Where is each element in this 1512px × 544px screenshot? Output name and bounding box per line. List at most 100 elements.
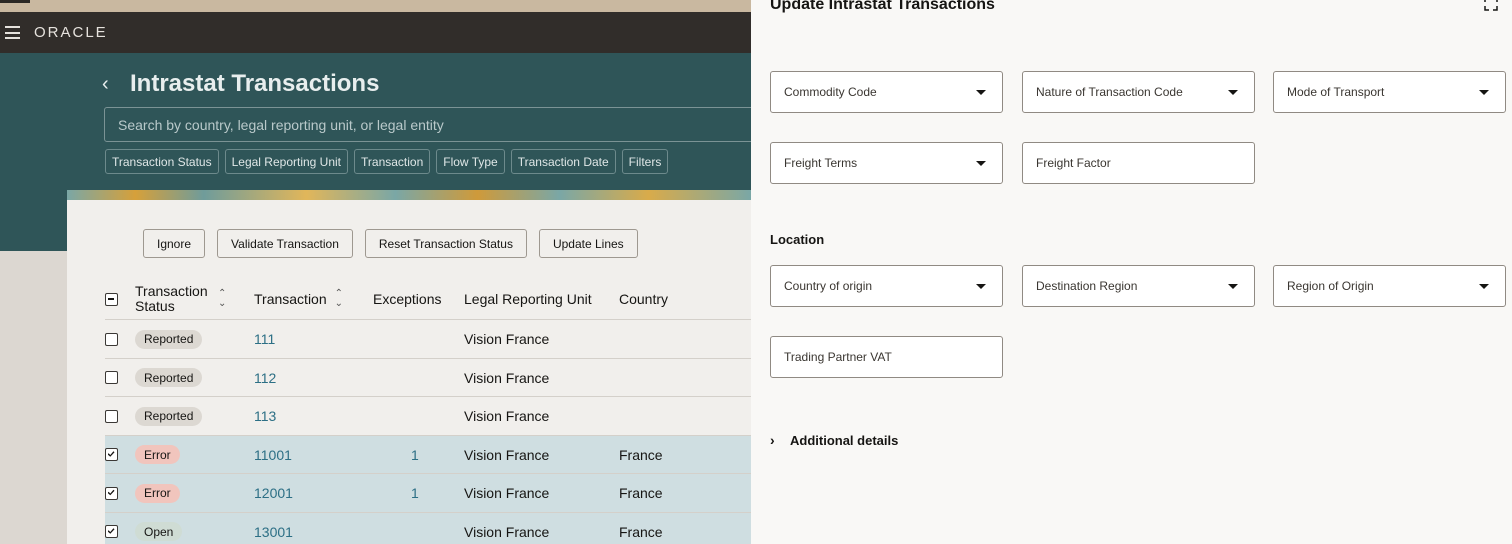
legal-reporting-unit-cell: Vision France bbox=[464, 523, 550, 540]
field-label: Region of Origin bbox=[1287, 279, 1374, 293]
freight-terms-select[interactable]: Freight Terms bbox=[770, 142, 1003, 184]
table-row[interactable]: Error 12001 1 Vision France France bbox=[105, 474, 751, 513]
field-label: Trading Partner VAT bbox=[784, 350, 892, 364]
filter-chip-transaction[interactable]: Transaction bbox=[354, 149, 431, 174]
table-header: Transaction Status ⌃ ⌄ Transaction ⌃ ⌄ Exc… bbox=[105, 278, 751, 320]
dropdown-caret-icon bbox=[1228, 90, 1238, 95]
location-section-label: Location bbox=[770, 232, 825, 247]
status-cell: Reported bbox=[135, 359, 203, 397]
mode-of-transport-select[interactable]: Mode of Transport bbox=[1273, 71, 1506, 113]
column-header-transaction[interactable]: Transaction ⌃ ⌄ bbox=[254, 278, 343, 320]
update-lines-button[interactable]: Update Lines bbox=[538, 229, 638, 258]
status-cell: Error bbox=[135, 436, 180, 474]
page-title: Intrastat Transactions bbox=[130, 70, 380, 97]
exceptions-link[interactable]: 1 bbox=[411, 474, 419, 512]
ignore-button[interactable]: Ignore bbox=[143, 229, 206, 258]
column-header-transaction-status[interactable]: Transaction Status ⌃ ⌄ bbox=[135, 278, 235, 320]
validate-transaction-button[interactable]: Validate Transaction bbox=[217, 229, 353, 258]
field-label: Commodity Code bbox=[784, 85, 877, 99]
status-cell: Open bbox=[135, 513, 183, 544]
table-row[interactable]: Open 13001 Vision France France bbox=[105, 512, 751, 544]
transaction-link[interactable]: 113 bbox=[254, 397, 276, 435]
exceptions-link[interactable]: 1 bbox=[411, 436, 419, 474]
status-cell: Reported bbox=[135, 320, 203, 358]
country-cell: France bbox=[619, 446, 663, 463]
column-header-legal-reporting-unit[interactable]: Legal Reporting Unit bbox=[464, 278, 592, 320]
row-select-cell bbox=[105, 436, 118, 474]
dropdown-caret-icon bbox=[976, 284, 986, 289]
field-label: Freight Terms bbox=[784, 156, 858, 170]
commodity-code-select[interactable]: Commodity Code bbox=[770, 71, 1003, 113]
row-select-cell bbox=[105, 474, 118, 512]
transaction-link[interactable]: 11001 bbox=[254, 436, 292, 474]
additional-details-label: Additional details bbox=[790, 432, 899, 448]
column-header-exceptions[interactable]: Exceptions bbox=[373, 278, 441, 320]
table-row[interactable]: Reported 112 Vision France bbox=[105, 359, 751, 397]
row-checkbox[interactable] bbox=[105, 486, 118, 500]
status-cell: Reported bbox=[135, 397, 203, 435]
app-header: ORACLE bbox=[0, 12, 751, 53]
filter-chip-flow-type[interactable]: Flow Type bbox=[436, 149, 505, 174]
expand-icon[interactable] bbox=[1484, 0, 1498, 11]
table-row[interactable]: Error 11001 1 Vision France France bbox=[105, 435, 751, 474]
oracle-logo: ORACLE bbox=[34, 24, 108, 41]
dropdown-caret-icon bbox=[1479, 90, 1489, 95]
column-label: Transaction Status bbox=[135, 283, 208, 314]
row-checkbox[interactable] bbox=[105, 525, 118, 538]
column-header-country[interactable]: Country bbox=[619, 278, 668, 320]
table-body: Reported 111 Vision France Reported 112 Visio… bbox=[105, 320, 751, 544]
table-row[interactable]: Reported 111 Vision France bbox=[105, 320, 751, 359]
dropdown-caret-icon bbox=[976, 161, 986, 166]
transaction-link[interactable]: 112 bbox=[254, 359, 276, 397]
transaction-link[interactable]: 111 bbox=[254, 320, 275, 358]
sort-icon[interactable]: ⌃ ⌄ bbox=[218, 289, 226, 309]
chevron-right-icon: › bbox=[770, 432, 775, 448]
select-all-checkbox[interactable] bbox=[105, 292, 118, 306]
row-checkbox[interactable] bbox=[105, 448, 118, 461]
dropdown-caret-icon bbox=[1228, 284, 1238, 289]
row-checkbox[interactable] bbox=[105, 371, 118, 384]
field-label: Nature of Transaction Code bbox=[1036, 85, 1183, 99]
dropdown-caret-icon bbox=[976, 90, 986, 95]
row-select-cell bbox=[105, 513, 118, 544]
trading-partner-vat-input[interactable]: Trading Partner VAT bbox=[770, 336, 1003, 378]
transaction-link[interactable]: 13001 bbox=[254, 513, 293, 544]
filter-chips: Transaction Status Legal Reporting Unit … bbox=[105, 149, 669, 174]
status-cell: Error bbox=[135, 474, 180, 512]
additional-details-toggle[interactable]: › Additional details bbox=[770, 432, 898, 448]
field-label: Mode of Transport bbox=[1287, 85, 1385, 99]
filter-chip-transaction-status[interactable]: Transaction Status bbox=[105, 149, 219, 174]
status-badge: Error bbox=[135, 445, 180, 464]
hamburger-menu-icon[interactable] bbox=[5, 26, 20, 39]
row-checkbox[interactable] bbox=[105, 409, 118, 423]
back-chevron-icon[interactable]: ‹ bbox=[102, 73, 124, 96]
filter-chip-legal-reporting-unit[interactable]: Legal Reporting Unit bbox=[224, 149, 349, 174]
transactions-table: Transaction Status ⌃ ⌄ Transaction ⌃ ⌄ Exc… bbox=[105, 278, 751, 544]
dropdown-caret-icon bbox=[1479, 284, 1489, 289]
region-of-origin-select[interactable]: Region of Origin bbox=[1273, 265, 1506, 307]
drawer-title: Update Intrastat Transactions bbox=[770, 0, 995, 13]
row-select-cell bbox=[105, 320, 118, 358]
field-label: Destination Region bbox=[1036, 279, 1138, 293]
search-input[interactable] bbox=[104, 107, 764, 142]
row-select-cell bbox=[105, 359, 118, 397]
country-of-origin-select[interactable]: Country of origin bbox=[770, 265, 1003, 307]
table-row[interactable]: Reported 113 Vision France bbox=[105, 397, 751, 436]
freight-factor-input[interactable]: Freight Factor bbox=[1022, 142, 1255, 184]
field-label: Freight Factor bbox=[1036, 156, 1111, 170]
transaction-link[interactable]: 12001 bbox=[254, 474, 293, 512]
country-cell: France bbox=[619, 523, 663, 540]
legal-reporting-unit-cell: Vision France bbox=[464, 369, 550, 386]
toolbar: Ignore Validate Transaction Reset Transa… bbox=[143, 229, 638, 258]
legal-reporting-unit-cell: Vision France bbox=[464, 485, 550, 501]
filter-chip-transaction-date[interactable]: Transaction Date bbox=[510, 149, 616, 174]
legal-reporting-unit-cell: Vision France bbox=[464, 331, 550, 347]
select-all-cell bbox=[105, 278, 118, 320]
reset-transaction-status-button[interactable]: Reset Transaction Status bbox=[364, 229, 527, 258]
sort-icon[interactable]: ⌃ ⌄ bbox=[335, 289, 343, 309]
page-title-row: ‹ Intrastat Transactions bbox=[102, 70, 379, 98]
nature-of-transaction-code-select[interactable]: Nature of Transaction Code bbox=[1022, 71, 1255, 113]
row-checkbox[interactable] bbox=[105, 332, 118, 346]
filter-chip-filters[interactable]: Filters bbox=[621, 149, 669, 174]
destination-region-select[interactable]: Destination Region bbox=[1022, 265, 1255, 307]
